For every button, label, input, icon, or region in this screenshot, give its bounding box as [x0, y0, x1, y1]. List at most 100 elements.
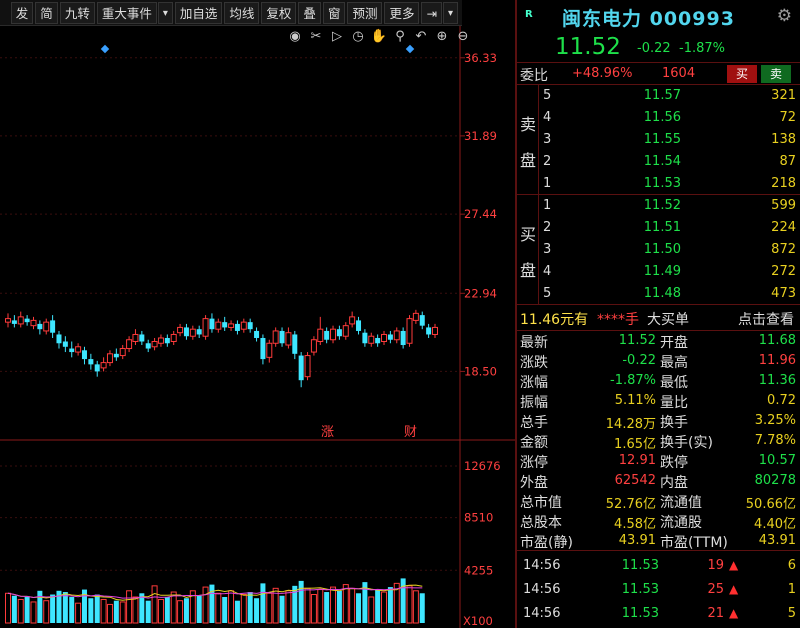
scissors-icon[interactable]: ✂	[307, 28, 325, 46]
candle-body-down	[387, 334, 393, 340]
big-order-row[interactable]: 11.46元有 ****手 大买单 点击查看	[517, 305, 800, 331]
ask-row[interactable]: 3 11.55 138	[539, 129, 800, 151]
candle-body-down	[50, 320, 56, 333]
event-marker[interactable]: 财	[404, 425, 417, 440]
toolbar-button-fa[interactable]: 发	[10, 1, 34, 24]
volume-tick-label: 4255	[464, 563, 493, 577]
stat-value: -0.22	[622, 353, 656, 368]
candle-body-down	[356, 320, 362, 331]
candle-body-up	[317, 328, 324, 342]
toolbar-button-window[interactable]: 窗	[322, 1, 346, 24]
volume-bar-down	[279, 595, 285, 623]
hand-icon[interactable]: ✋	[370, 28, 388, 46]
stat-label: 总股本	[520, 515, 562, 531]
candle	[330, 325, 337, 344]
toolbar-button-moving-average[interactable]: 均线	[224, 1, 260, 24]
stat-value: 11.52	[618, 333, 656, 348]
pin-icon[interactable]: ⚲	[391, 28, 409, 46]
kline-chart[interactable]: 36.33 31.89 27.44 22.94 18.50 涨 财 12676 8510 4255…	[0, 26, 515, 628]
candle-body-up	[177, 326, 184, 334]
bid-volume: 473	[771, 286, 796, 301]
stat-value: 5.11%	[614, 393, 656, 408]
play-icon[interactable]: ▷	[328, 28, 346, 46]
ask-price: 11.53	[643, 176, 681, 191]
gear-icon[interactable]: ⚙	[777, 6, 792, 26]
candle-body-down	[183, 327, 189, 337]
stat-row: 总股本 4.58亿 流通股 4.40亿	[517, 511, 800, 532]
tick-row: 14:56 11.53 25 ▲ 1	[517, 579, 800, 601]
toolbar-button-overlay[interactable]: 叠	[298, 1, 321, 24]
candle-body-up	[189, 328, 196, 337]
volume-bar-down	[419, 593, 425, 623]
volume-bar-down	[254, 598, 260, 623]
ask-row[interactable]: 1 11.53 218	[539, 173, 800, 195]
volume-bar-up	[406, 585, 413, 624]
buy-button[interactable]: 买	[727, 65, 757, 83]
toolbar-button-add-watchlist[interactable]: 加自选	[174, 1, 223, 24]
candle	[400, 327, 406, 349]
candle-body-down	[336, 329, 342, 337]
volume-bar-up	[317, 589, 324, 624]
candle-body-down	[209, 318, 215, 330]
bid-row[interactable]: 3 11.50 872	[539, 239, 800, 261]
event-diamond-icon[interactable]	[100, 44, 110, 54]
candle-body-up	[393, 330, 400, 341]
volume-tick-label: 8510	[464, 511, 493, 525]
volume-bar-up	[368, 596, 375, 624]
undo-icon[interactable]: ↶	[412, 28, 430, 46]
ask-row[interactable]: 2 11.54 87	[539, 151, 800, 173]
eye-icon[interactable]: ◉	[286, 28, 304, 46]
toolbar-button-jiuzhuan[interactable]: 九转	[59, 1, 95, 24]
toolbar-button-forecast[interactable]: 预测	[347, 1, 383, 24]
bid-volume: 872	[771, 242, 796, 257]
ask-row[interactable]: 5 11.57 321	[539, 85, 800, 107]
toolbar-button-major-events[interactable]: 重大事件	[96, 1, 157, 24]
major-events-dropdown-icon[interactable]: ▾	[157, 1, 173, 24]
candle	[426, 323, 432, 338]
bid-row[interactable]: 2 11.51 224	[539, 217, 800, 239]
volume-unit-label: X100	[463, 614, 493, 628]
more-dropdown-icon[interactable]: ▾	[442, 1, 458, 24]
ask-side-label: 卖 盘	[517, 85, 539, 195]
candle-body-up	[266, 342, 273, 358]
volume-bar-down	[37, 590, 43, 623]
ask-row[interactable]: 4 11.56 72	[539, 107, 800, 129]
volume-bar-down	[183, 598, 189, 623]
volume-bar-up	[106, 603, 113, 624]
bid-row[interactable]: 4 11.49 272	[539, 261, 800, 283]
candle	[113, 348, 119, 361]
candle-body-up	[132, 333, 139, 343]
sell-button[interactable]: 卖	[761, 65, 791, 83]
zoom-in-icon[interactable]: ⊕	[433, 28, 451, 46]
stat-label: 最低	[660, 375, 688, 391]
zoom-out-icon[interactable]: ⊖	[454, 28, 472, 46]
event-marker[interactable]: 涨	[321, 425, 334, 440]
kline-chart-area[interactable]: 36.33 31.89 27.44 22.94 18.50 涨 财 12676 8510 4255…	[0, 26, 515, 628]
volume-bar-up	[310, 594, 317, 624]
bid-row[interactable]: 5 11.48 473	[539, 283, 800, 305]
toolbar-button-jian[interactable]: 简	[35, 1, 58, 24]
stat-label: 换手(实)	[660, 435, 713, 451]
candle	[62, 336, 68, 353]
toolbar-button-adjust[interactable]: 复权	[261, 1, 297, 24]
price-row: 11.52 -0.22 -1.87%	[517, 34, 800, 62]
clock-icon[interactable]: ◷	[349, 28, 367, 46]
ask-price: 11.55	[643, 132, 681, 147]
candle	[50, 315, 56, 338]
ask-side-char-2: 盘	[520, 151, 537, 170]
tick-row: 14:56 11.53 21 ▲ 5	[517, 603, 800, 625]
volume-bar-up	[349, 587, 356, 624]
toolbar-button-more[interactable]: 更多	[384, 1, 420, 24]
candle-body-down	[69, 348, 75, 353]
candle	[215, 318, 222, 333]
big-order-view-link[interactable]: 点击查看	[738, 309, 794, 329]
stock-name: 闽东电力 000993	[562, 8, 735, 30]
collapse-panel-icon[interactable]: ⇥	[421, 1, 442, 24]
candle-body-down	[400, 330, 406, 346]
stat-label: 最高	[660, 355, 688, 371]
bid-row[interactable]: 1 11.52 599	[539, 195, 800, 217]
candle	[266, 339, 273, 363]
candle-body-up	[228, 323, 235, 328]
candle	[419, 311, 425, 330]
event-diamond-icon[interactable]	[405, 44, 415, 54]
